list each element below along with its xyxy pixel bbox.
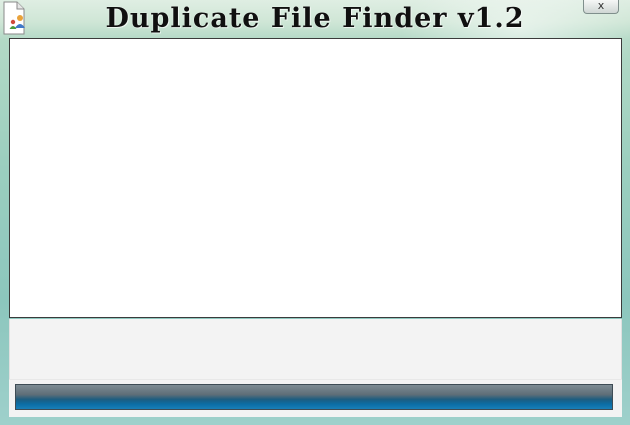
window-title: Duplicate File Finder v1.2 [105, 3, 525, 34]
close-icon: x [597, 0, 605, 12]
progress-bar [15, 384, 613, 410]
results-list[interactable] [9, 38, 622, 318]
close-button[interactable]: x [583, 0, 619, 14]
app-window: Duplicate File Finder v1.2 x [0, 0, 630, 425]
status-panel [9, 319, 622, 379]
